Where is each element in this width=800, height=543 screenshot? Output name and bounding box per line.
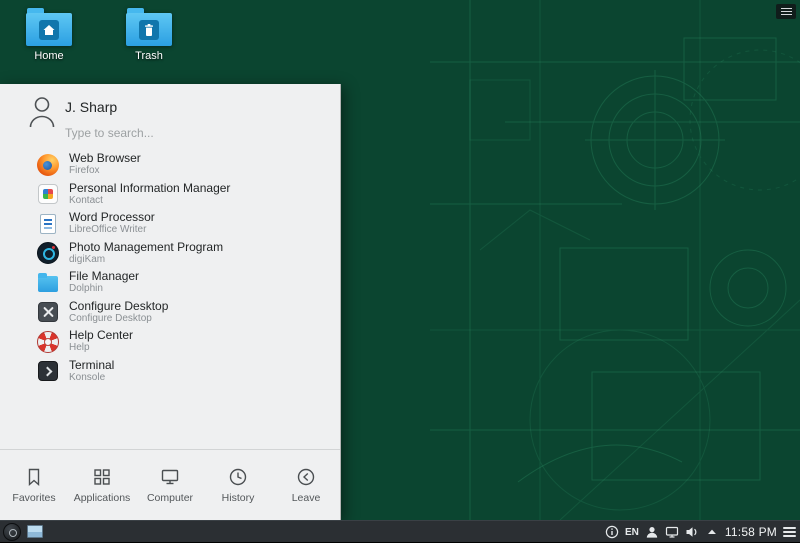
taskbar-panel: EN [0, 520, 800, 542]
leave-back-icon [295, 466, 317, 488]
clock-icon [227, 466, 249, 488]
system-tray: EN [605, 521, 796, 543]
terminal-icon [36, 359, 60, 383]
app-title: Configure Desktop [69, 300, 168, 313]
bookmark-icon [23, 466, 45, 488]
launcher-tab-strip: Favorites Applications [0, 449, 340, 520]
expand-tray-icon[interactable] [705, 525, 719, 539]
panel-menu-icon[interactable] [783, 527, 796, 536]
app-item-web-browser[interactable]: Web Browser Firefox [0, 150, 340, 180]
home-glyph-icon [39, 20, 59, 40]
app-title: Photo Management Program [69, 241, 223, 254]
tab-leave[interactable]: Leave [272, 450, 340, 520]
search-input[interactable]: Type to search... [65, 126, 154, 140]
tab-label: Computer [147, 492, 193, 504]
user-avatar-icon[interactable] [25, 93, 59, 133]
desktop-icon-label: Trash [112, 50, 186, 62]
application-launcher-menu: J. Sharp Type to search... Web Browser F… [0, 84, 341, 520]
user-status-icon[interactable] [645, 525, 659, 539]
tab-label: Applications [74, 492, 131, 504]
tab-label: Favorites [12, 492, 55, 504]
app-title: Help Center [69, 329, 133, 342]
display-icon[interactable] [665, 525, 679, 539]
desktop-toolbox-button[interactable] [776, 4, 796, 19]
desktop-icon-home[interactable]: Home [12, 8, 86, 62]
app-item-help-center[interactable]: Help Center Help [0, 327, 340, 357]
app-grid-icon [91, 466, 113, 488]
app-title: Web Browser [69, 152, 141, 165]
app-subtitle: Dolphin [69, 283, 139, 295]
digikam-icon [36, 241, 60, 265]
dolphin-folder-icon [36, 271, 60, 295]
app-subtitle: LibreOffice Writer [69, 224, 155, 236]
app-title: Word Processor [69, 211, 155, 224]
user-name: J. Sharp [65, 99, 117, 115]
firefox-icon [36, 153, 60, 177]
tab-label: Leave [292, 492, 321, 504]
monitor-icon [159, 466, 181, 488]
app-launcher-button[interactable] [3, 523, 21, 541]
home-folder-icon [26, 8, 72, 46]
taskbar-window-button[interactable] [27, 525, 43, 538]
tab-label: History [222, 492, 255, 504]
tab-applications[interactable]: Applications [68, 450, 136, 520]
app-subtitle: Konsole [69, 372, 114, 384]
app-title: Terminal [69, 359, 114, 372]
volume-icon[interactable] [685, 525, 699, 539]
keyboard-layout-badge[interactable]: EN [625, 527, 639, 538]
trash-glyph-icon [139, 20, 159, 40]
taskbar-clock[interactable]: 11:58 PM [725, 525, 777, 539]
app-item-file-manager[interactable]: File Manager Dolphin [0, 268, 340, 298]
app-subtitle: Kontact [69, 195, 230, 207]
info-icon[interactable] [605, 525, 619, 539]
help-lifebuoy-icon [36, 330, 60, 354]
app-list: Web Browser Firefox Personal Information… [0, 150, 340, 386]
system-settings-icon [36, 300, 60, 324]
app-title: Personal Information Manager [69, 182, 230, 195]
desktop-icon-label: Home [12, 50, 86, 62]
app-title: File Manager [69, 270, 139, 283]
app-item-configure-desktop[interactable]: Configure Desktop Configure Desktop [0, 298, 340, 328]
trash-folder-icon [126, 8, 172, 46]
desktop-icon-trash[interactable]: Trash [112, 8, 186, 62]
desktop: Home Trash J. Sharp Ty [0, 0, 800, 520]
launcher-header: J. Sharp Type to search... [0, 84, 340, 148]
tab-computer[interactable]: Computer [136, 450, 204, 520]
app-item-photo-management[interactable]: Photo Management Program digiKam [0, 239, 340, 269]
tab-history[interactable]: History [204, 450, 272, 520]
kontact-icon [36, 182, 60, 206]
app-item-terminal[interactable]: Terminal Konsole [0, 357, 340, 387]
tab-favorites[interactable]: Favorites [0, 450, 68, 520]
app-subtitle: Firefox [69, 165, 141, 177]
app-item-word-processor[interactable]: Word Processor LibreOffice Writer [0, 209, 340, 239]
app-subtitle: Help [69, 342, 133, 354]
app-subtitle: Configure Desktop [69, 313, 168, 325]
app-item-pim[interactable]: Personal Information Manager Kontact [0, 180, 340, 210]
app-subtitle: digiKam [69, 254, 223, 266]
libreoffice-writer-icon [36, 212, 60, 236]
